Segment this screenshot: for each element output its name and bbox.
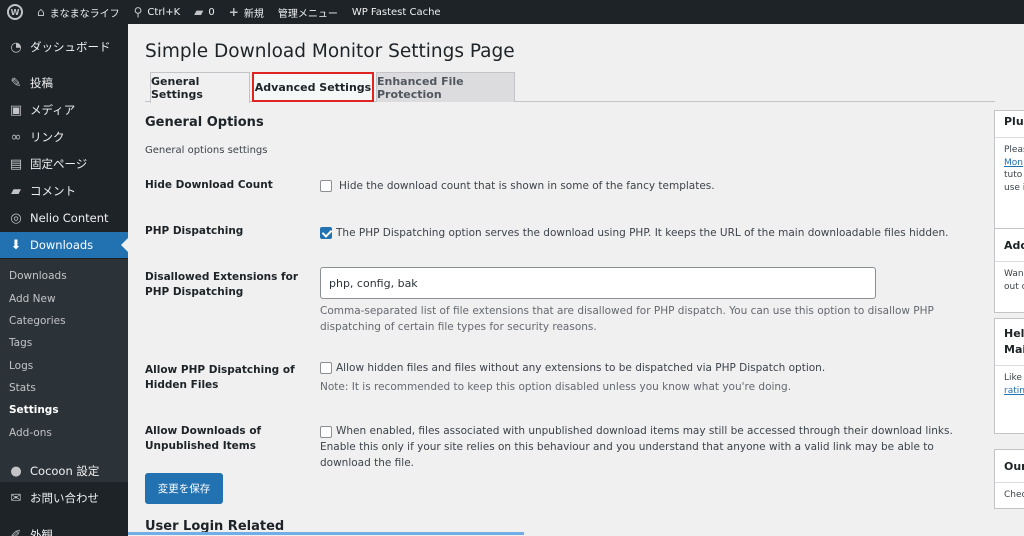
site-name: まなまなライフ [49,8,120,20]
page-icon: ▤ [9,156,23,172]
submenu-tags[interactable]: Tags [0,332,128,354]
submenu-add-new[interactable]: Add New [0,288,128,310]
comment-bubble-icon: ▰ [194,5,204,19]
section-description: General options settings [145,145,268,156]
dashboard-icon: ◔ [10,39,22,55]
cache-menu-link[interactable]: WP Fastest Cache [345,0,448,24]
media-icon: ▣ [9,102,23,118]
page-title: Simple Download Monitor Settings Page [145,41,515,62]
hide-count-text: Hide the download count that is shown in… [339,180,715,192]
menu-downloads[interactable]: ⬇ Downloads [0,232,128,258]
site-name-menu[interactable]: ⌂ まなまなライフ [30,0,127,24]
submenu-logs[interactable]: Logs [0,355,128,377]
comments-count: 0 [208,6,215,18]
plugin-widget-link[interactable]: Mon [1004,157,1024,170]
section-title: General Options [145,115,264,130]
pin-icon: ✎ [10,75,22,91]
current-menu-arrow [121,238,128,252]
menu-media[interactable]: ▣ メディア [0,97,128,123]
settings-tabs: General Settings Advanced Settings Enhan… [145,72,995,103]
new-content-menu[interactable]: + 新規 [222,0,271,24]
link-icon: ∞ [10,129,22,145]
menu-appearance[interactable]: ✐ 外観 [0,522,128,536]
menu-nelio-content[interactable]: ◎ Nelio Content [0,205,128,231]
search-shortcut: Ctrl+K [147,6,181,18]
search-icon: ⚲ [133,5,143,19]
plugin-widget: Plug Pleas Mon tuto use i [994,110,1024,237]
menu-contact[interactable]: ✉ お問い合わせ [0,485,128,511]
tab-general-settings[interactable]: General Settings [150,72,250,103]
menu-cocoon-settings[interactable]: ● Cocoon 設定 [0,458,128,484]
home-icon: ⌂ [37,5,45,19]
admin-sidebar: ◔ ダッシュボード ✎ 投稿 ▣ メディア ∞ リンク ▤ 固定ページ ▰ コメ… [0,24,128,536]
new-label: 新規 [243,8,264,20]
hide-count-label: Hide Download Count [145,179,273,191]
disallowed-ext-description: Comma-separated list of file extensions … [320,305,934,333]
menu-links[interactable]: ∞ リンク [0,124,128,150]
comment-icon: ▰ [11,183,21,199]
downloads-submenu: Downloads Add New Categories Tags Logs S… [0,259,128,482]
wp-logo-menu[interactable]: W [0,0,30,24]
php-dispatch-checkbox[interactable] [320,227,332,239]
menu-posts[interactable]: ✎ 投稿 [0,70,128,96]
our-widget: Our Chec [994,449,1024,509]
allow-hidden-text: Allow hidden files and files without any… [336,362,826,374]
search-menu[interactable]: ⚲ Ctrl+K [127,0,188,24]
php-dispatch-text: The PHP Dispatching option serves the do… [336,227,949,239]
menu-comments[interactable]: ▰ コメント [0,178,128,204]
download-icon: ⬇ [10,237,22,253]
wordpress-logo-icon: W [7,4,23,20]
submenu-add-ons[interactable]: Add-ons [0,422,128,444]
comments-menu[interactable]: ▰ 0 [187,0,222,24]
allow-unpublished-label: Allow Downloads of Unpublished Items [145,425,262,452]
help-widget: Help Mai Like ratin [994,318,1024,434]
allow-unpublished-text: When enabled, files associated with unpu… [320,425,953,469]
submenu-categories[interactable]: Categories [0,310,128,332]
rating-link[interactable]: ratin [1004,385,1024,398]
menu-dashboard[interactable]: ◔ ダッシュボード [0,34,128,60]
mail-icon: ✉ [10,490,22,506]
hide-count-checkbox[interactable] [320,180,332,192]
submenu-stats[interactable]: Stats [0,377,128,399]
disallowed-ext-input[interactable] [320,267,876,299]
tab-advanced-settings[interactable]: Advanced Settings [252,72,374,102]
admin-bar: W ⌂ まなまなライフ ⚲ Ctrl+K ▰ 0 + 新規 管理メニュー WP … [0,0,1024,24]
plus-icon: + [228,5,239,19]
tab-enhanced-file-protection[interactable]: Enhanced File Protection [376,72,515,102]
menu-pages[interactable]: ▤ 固定ページ [0,151,128,177]
appearance-icon: ✐ [10,527,22,536]
save-changes-button[interactable]: 変更を保存 [145,473,223,504]
disallowed-ext-label: Disallowed Extensions for PHP Dispatchin… [145,271,299,298]
submenu-settings[interactable]: Settings [0,399,128,421]
allow-hidden-label: Allow PHP Dispatching of Hidden Files [145,364,295,391]
allow-hidden-note: Note: It is recommended to keep this opt… [320,381,792,393]
main-content: Simple Download Monitor Settings Page Ge… [128,24,1024,536]
horizontal-scroll-indicator [128,532,524,535]
allow-hidden-checkbox[interactable] [320,362,332,374]
addon-widget: Add Wan out c [994,228,1024,313]
cocoon-icon: ● [10,463,22,479]
admin-menu-link[interactable]: 管理メニュー [271,0,345,24]
submenu-downloads[interactable]: Downloads [0,265,128,287]
nelio-icon: ◎ [10,210,22,226]
php-dispatch-label: PHP Dispatching [145,225,244,237]
